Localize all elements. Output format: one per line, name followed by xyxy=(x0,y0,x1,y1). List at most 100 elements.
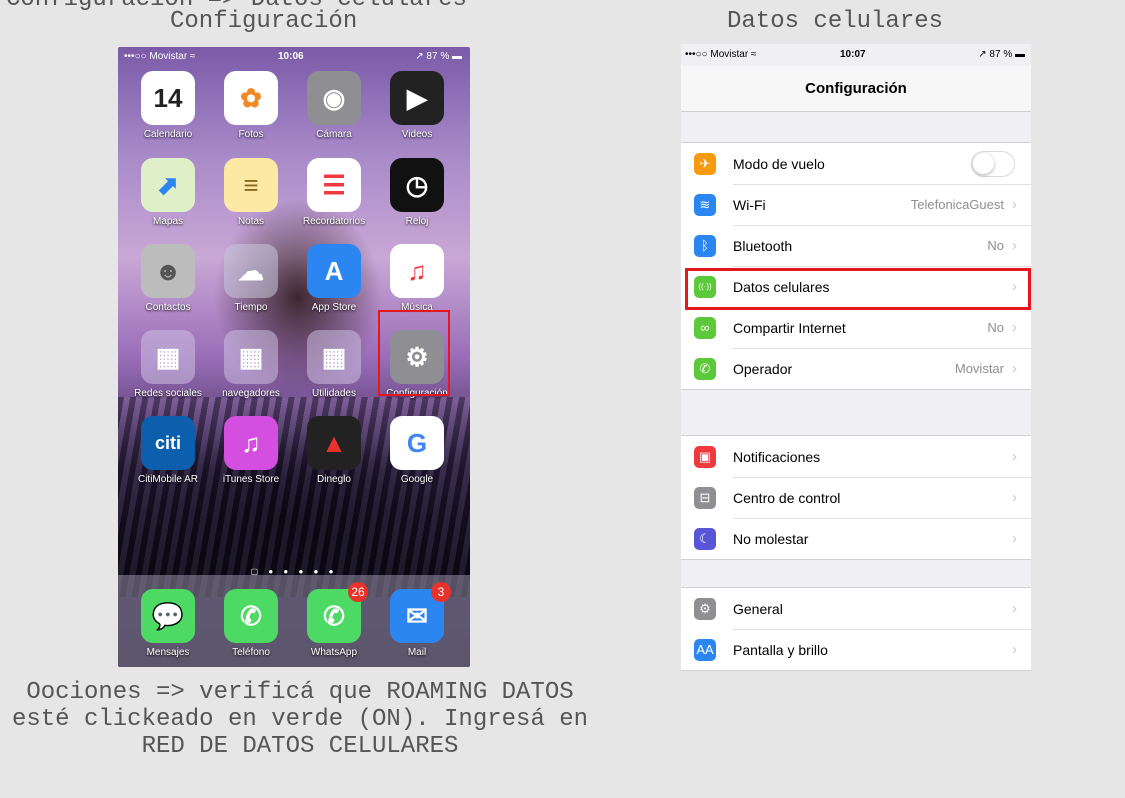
moon-icon: ☾ xyxy=(694,527,716,550)
google-icon: G xyxy=(390,416,444,470)
app-label: Dineglo xyxy=(317,474,351,485)
notification-badge: 3 xyxy=(431,582,451,602)
chevron-right-icon: › xyxy=(1012,237,1017,254)
app-navegadores[interactable]: ▦ navegadores xyxy=(211,330,291,399)
right-caption: Datos celulares xyxy=(727,8,944,35)
app-label: Recordatorios xyxy=(302,216,366,227)
reminders-icon: ☰ xyxy=(307,158,361,212)
settings-row-operador[interactable]: ✆ Operador Movistar › xyxy=(681,348,1031,389)
app-label: Mapas xyxy=(152,216,183,227)
social-folder-icon: ▦ xyxy=(141,330,195,384)
utilities-folder-icon: ▦ xyxy=(307,330,361,384)
app-label: navegadores xyxy=(222,388,280,399)
app-citimobile-ar[interactable]: citi CitiMobile AR xyxy=(128,416,208,485)
bluetooth-icon: ᛒ xyxy=(694,234,716,257)
settings-row-value: TelefonicaGuest xyxy=(910,197,1004,212)
settings-row-pantalla-y-brillo[interactable]: AA Pantalla y brillo › xyxy=(681,629,1031,670)
app-notas[interactable]: ≡ Notas xyxy=(211,158,291,227)
settings-row-notificaciones[interactable]: ▣ Notificaciones › xyxy=(681,436,1031,477)
app-redes-sociales[interactable]: ▦ Redes sociales xyxy=(128,330,208,399)
app-store-icon: A xyxy=(307,244,361,298)
settings-row-label: General xyxy=(733,600,783,617)
app-label: App Store xyxy=(311,302,357,313)
app-música[interactable]: ♫ Música xyxy=(377,244,457,313)
app-app-store[interactable]: A App Store xyxy=(294,244,374,313)
settings-row-value: No xyxy=(987,320,1004,335)
instruction-caption: Oociones => verificá que ROAMING DATOS e… xyxy=(11,679,603,760)
settings-row-general[interactable]: ⚙ General › xyxy=(681,588,1031,629)
chevron-right-icon: › xyxy=(1012,530,1017,547)
app-utilidades[interactable]: ▦ Utilidades xyxy=(294,330,374,399)
settings-title: Configuración xyxy=(805,80,907,97)
settings-group: ⚙ General › AA Pantalla y brillo › xyxy=(681,587,1031,671)
app-dineglo[interactable]: ▲ Dineglo xyxy=(294,416,374,485)
app-google[interactable]: G Google xyxy=(377,416,457,485)
maps-icon: ⬈ xyxy=(141,158,195,212)
settings-row-label: Notificaciones xyxy=(733,448,821,465)
settings-row-compartir-internet[interactable]: ∞ Compartir Internet No › xyxy=(681,307,1031,348)
settings-row-label: Wi-Fi xyxy=(733,196,766,213)
dock-teléfono[interactable]: ✆ Teléfono xyxy=(211,589,291,658)
display-icon: AA xyxy=(694,638,716,661)
app-videos[interactable]: ▶ Videos xyxy=(377,71,457,140)
app-label: WhatsApp xyxy=(310,647,358,658)
notification-badge: 26 xyxy=(348,582,368,602)
nav-bar: Configuración xyxy=(681,66,1031,112)
app-recordatorios[interactable]: ☰ Recordatorios xyxy=(294,158,374,227)
app-calendario[interactable]: 14 Calendario xyxy=(128,71,208,140)
contacts-icon: ☻ xyxy=(141,244,195,298)
app-label: iTunes Store xyxy=(222,474,280,485)
settings-row-bluetooth[interactable]: ᛒ Bluetooth No › xyxy=(681,225,1031,266)
settings-group: ✈ Modo de vuelo ≋ Wi-Fi TelefonicaGuest › ᛒ Blu… xyxy=(681,142,1031,390)
app-label: Utilidades xyxy=(312,388,356,399)
chevron-right-icon: › xyxy=(1012,319,1017,336)
settings-highlight-box xyxy=(378,310,450,396)
airplane-icon: ✈ xyxy=(694,152,716,175)
hotspot-icon: ∞ xyxy=(694,316,716,339)
app-label: CitiMobile AR xyxy=(137,474,199,485)
settings-row-label: Centro de control xyxy=(733,489,841,506)
chevron-right-icon: › xyxy=(1012,600,1017,617)
clock-icon: ◷ xyxy=(390,158,444,212)
settings-row-wi-fi[interactable]: ≋ Wi-Fi TelefonicaGuest › xyxy=(681,184,1031,225)
app-reloj[interactable]: ◷ Reloj xyxy=(377,158,457,227)
messages-icon: 💬 xyxy=(141,589,195,643)
app-mapas[interactable]: ⬈ Mapas xyxy=(128,158,208,227)
camera-icon: ◉ xyxy=(307,71,361,125)
dock-mensajes[interactable]: 💬 Mensajes xyxy=(128,589,208,658)
citi-icon: citi xyxy=(141,416,195,470)
chevron-right-icon: › xyxy=(1012,196,1017,213)
settings-row-centro-de-control[interactable]: ⊟ Centro de control › xyxy=(681,477,1031,518)
app-itunes-store[interactable]: ♫ iTunes Store xyxy=(211,416,291,485)
settings-row-label: Operador xyxy=(733,360,793,377)
app-contactos[interactable]: ☻ Contactos xyxy=(128,244,208,313)
dock-mail[interactable]: ✉ 3 Mail xyxy=(377,582,457,658)
settings-row-modo-de-vuelo[interactable]: ✈ Modo de vuelo xyxy=(681,143,1031,184)
app-label: Fotos xyxy=(238,129,264,140)
weather-icon: ☁ xyxy=(224,244,278,298)
browsers-folder-icon: ▦ xyxy=(224,330,278,384)
notes-icon: ≡ xyxy=(224,158,278,212)
phone-icon: ✆ xyxy=(224,589,278,643)
status-bar: •••○○ Movistar ≈ 10:06 ↗ 87 % ▬ xyxy=(124,51,462,62)
app-fotos[interactable]: ✿ Fotos xyxy=(211,71,291,140)
home-screen: •••○○ Movistar ≈ 10:06 ↗ 87 % ▬ 14 Calend… xyxy=(118,47,470,667)
settings-row-value: No xyxy=(987,238,1004,253)
itunes-icon: ♫ xyxy=(224,416,278,470)
photos-icon: ✿ xyxy=(224,71,278,125)
settings-row-no-molestar[interactable]: ☾ No molestar › xyxy=(681,518,1031,559)
dineglo-icon: ▲ xyxy=(307,416,361,470)
app-cámara[interactable]: ◉ Cámara xyxy=(294,71,374,140)
carrier-icon: ✆ xyxy=(694,357,716,380)
settings-screen: •••○○ Movistar ≈ 10:07 ↗ 87 % ▬ Configur… xyxy=(681,44,1031,671)
control-center-icon: ⊟ xyxy=(694,486,716,509)
videos-icon: ▶ xyxy=(390,71,444,125)
gear-icon: ⚙ xyxy=(694,597,716,620)
dock-whatsapp[interactable]: ✆ 26 WhatsApp xyxy=(294,582,374,658)
mail-icon: ✉ 3 xyxy=(390,582,451,643)
app-tiempo[interactable]: ☁ Tiempo xyxy=(211,244,291,313)
airplane-mode-toggle[interactable] xyxy=(971,150,1015,177)
left-caption: Configuración xyxy=(170,8,358,35)
app-label: Calendario xyxy=(143,129,193,140)
chevron-right-icon: › xyxy=(1012,641,1017,658)
